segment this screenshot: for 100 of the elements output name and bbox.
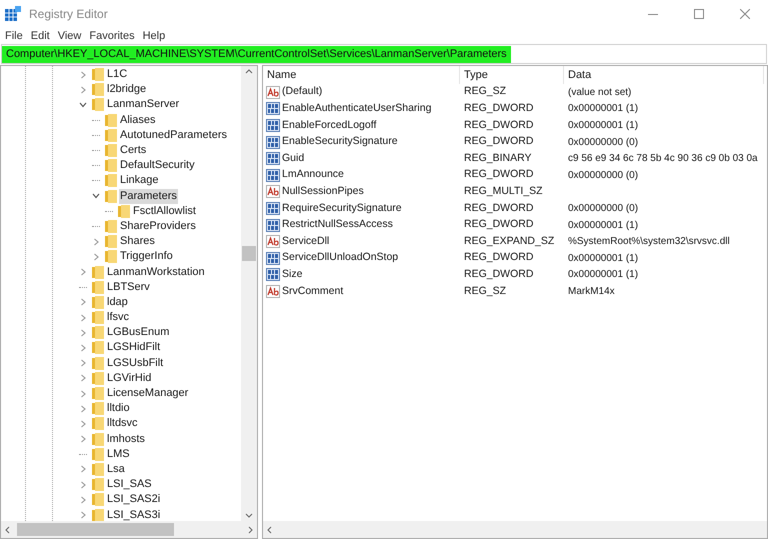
table-cell-text: EnableSecuritySignature — [282, 134, 398, 150]
string-value-icon — [266, 86, 280, 99]
binary-value-icon — [266, 102, 280, 116]
tree-item[interactable]: TriggerInfo — [119, 249, 174, 264]
scroll-up-icon[interactable] — [245, 69, 253, 74]
folder-icon — [92, 402, 104, 416]
tree-item[interactable]: lfsvc — [106, 310, 130, 326]
string-value-icon — [266, 235, 280, 248]
folder-icon — [92, 83, 104, 96]
scroll-thumb[interactable] — [242, 246, 256, 261]
table-cell-text: Guid — [282, 150, 304, 166]
tree-item[interactable]: Aliases — [119, 112, 156, 128]
menu-item[interactable]: Edit — [28, 28, 53, 44]
folder-icon — [92, 356, 104, 370]
menu-item[interactable]: View — [54, 28, 84, 44]
table-cell-text: REG_EXPAND_SZ — [463, 234, 556, 249]
folder-icon — [92, 372, 104, 385]
table-cell-text: ServiceDllUnloadOnStop — [282, 250, 398, 266]
tree-item[interactable]: LGBusEnum — [106, 325, 170, 340]
tree-item[interactable]: LGVirHid — [106, 370, 152, 386]
scroll-left-icon[interactable] — [267, 526, 272, 534]
folder-icon — [92, 493, 104, 506]
table-cell-text: REG_MULTI_SZ — [463, 184, 544, 199]
table-cell-text: (Default) — [282, 84, 322, 100]
folder-icon — [105, 144, 117, 158]
tree-item[interactable]: l2bridge — [106, 82, 148, 98]
tree-item[interactable]: LBTServ — [106, 280, 151, 295]
folder-icon — [105, 114, 117, 127]
tree-item[interactable]: lltdio — [106, 401, 131, 416]
table-cell-text: REG_DWORD — [463, 134, 534, 150]
tree-item[interactable]: LSI_SAS — [106, 477, 153, 492]
folder-icon — [92, 508, 104, 521]
menu-item[interactable]: Help — [140, 28, 168, 44]
tree-item[interactable]: FsctlAllowlist — [132, 204, 197, 219]
menu-item[interactable]: File — [2, 28, 26, 44]
folder-icon — [92, 417, 104, 430]
column-header[interactable]: Data — [564, 66, 764, 84]
folder-icon — [105, 174, 117, 188]
tree-item[interactable]: LicenseManager — [106, 386, 190, 402]
folder-icon — [92, 448, 104, 461]
tree-item[interactable]: L1C — [106, 67, 128, 82]
tree-item[interactable]: lmhosts — [106, 432, 146, 447]
maximize-icon — [694, 9, 704, 19]
folder-icon — [118, 204, 130, 218]
table-cell-text: RequireSecuritySignature — [282, 200, 402, 216]
table-cell-text: SrvComment — [282, 284, 344, 299]
folder-icon — [92, 266, 104, 279]
folder-icon — [92, 478, 104, 492]
tree-item[interactable]: LanmanServer — [106, 97, 180, 112]
tree-item[interactable]: lltdsvc — [106, 416, 139, 432]
chevron-down-icon[interactable] — [92, 192, 100, 200]
column-header[interactable]: Name — [263, 66, 460, 84]
string-value-icon — [266, 185, 280, 198]
tree-item[interactable]: LGSHidFilt — [106, 340, 162, 356]
table-cell-text: Size — [282, 266, 302, 282]
table-cell-text: %SystemRoot%\system32\srvsvc.dll — [567, 235, 730, 250]
scroll-left-icon[interactable] — [5, 526, 10, 534]
tree-item[interactable]: LanmanWorkstation — [106, 264, 206, 280]
tree-item[interactable]: LSI_SAS3i — [106, 508, 162, 521]
menu-item[interactable]: Favorites — [86, 28, 138, 44]
folder-icon — [92, 432, 104, 446]
table-cell-text: MarkM14x — [567, 284, 615, 299]
tree-item[interactable]: ShareProviders — [119, 218, 197, 234]
registry-editor-icon — [5, 6, 21, 22]
tree-item[interactable]: ldap — [106, 294, 129, 310]
folder-icon — [92, 68, 104, 82]
table-cell-text: REG_DWORD — [463, 118, 534, 133]
table-cell-text: LmAnnounce — [282, 167, 344, 182]
table-cell-text: REG_SZ — [463, 84, 508, 100]
tree-item[interactable]: Shares — [119, 234, 156, 250]
table-cell-text: ServiceDll — [282, 234, 330, 249]
folder-icon — [92, 98, 104, 112]
scroll-thumb[interactable] — [17, 523, 174, 536]
binary-value-icon — [266, 168, 280, 182]
table-cell-text: REG_DWORD — [463, 101, 534, 116]
tree-item[interactable]: LSI_SAS2i — [106, 492, 162, 508]
table-cell-text: REG_DWORD — [463, 250, 534, 266]
tree-item[interactable]: DefaultSecurity — [119, 158, 196, 174]
tree-item[interactable]: Parameters — [119, 188, 178, 204]
address-bar[interactable]: Computer\HKEY_LOCAL_MACHINE\SYSTEM\CurrentControlSet\Services\LanmanServer\Parameters — [2, 46, 511, 62]
scroll-down-icon[interactable] — [245, 513, 253, 518]
folder-icon — [105, 235, 117, 248]
column-header[interactable]: Type — [460, 66, 564, 84]
tree-item[interactable]: LMS — [106, 446, 131, 462]
tree-item[interactable]: Certs — [119, 143, 148, 158]
chevron-down-icon[interactable] — [79, 100, 87, 109]
tree-item[interactable]: Lsa — [106, 462, 126, 477]
table-cell-text: RestrictNullSessAccess — [282, 217, 393, 232]
table-cell-text: EnableForcedLogoff — [282, 118, 376, 133]
tree-item[interactable]: LGSUsbFilt — [106, 356, 164, 371]
close-icon — [740, 9, 750, 19]
table-cell-text: 0x00000000 (0) — [567, 168, 638, 183]
scroll-right-icon[interactable] — [248, 526, 253, 534]
binary-value-icon — [266, 118, 280, 132]
tree-item[interactable]: Linkage — [119, 173, 160, 188]
tree-item[interactable]: AutotunedParameters — [119, 128, 228, 143]
table-cell-text: REG_DWORD — [463, 217, 534, 232]
binary-value-icon — [266, 152, 280, 166]
table-cell-text: 0x00000001 (1) — [567, 118, 638, 133]
folder-icon — [92, 280, 104, 294]
